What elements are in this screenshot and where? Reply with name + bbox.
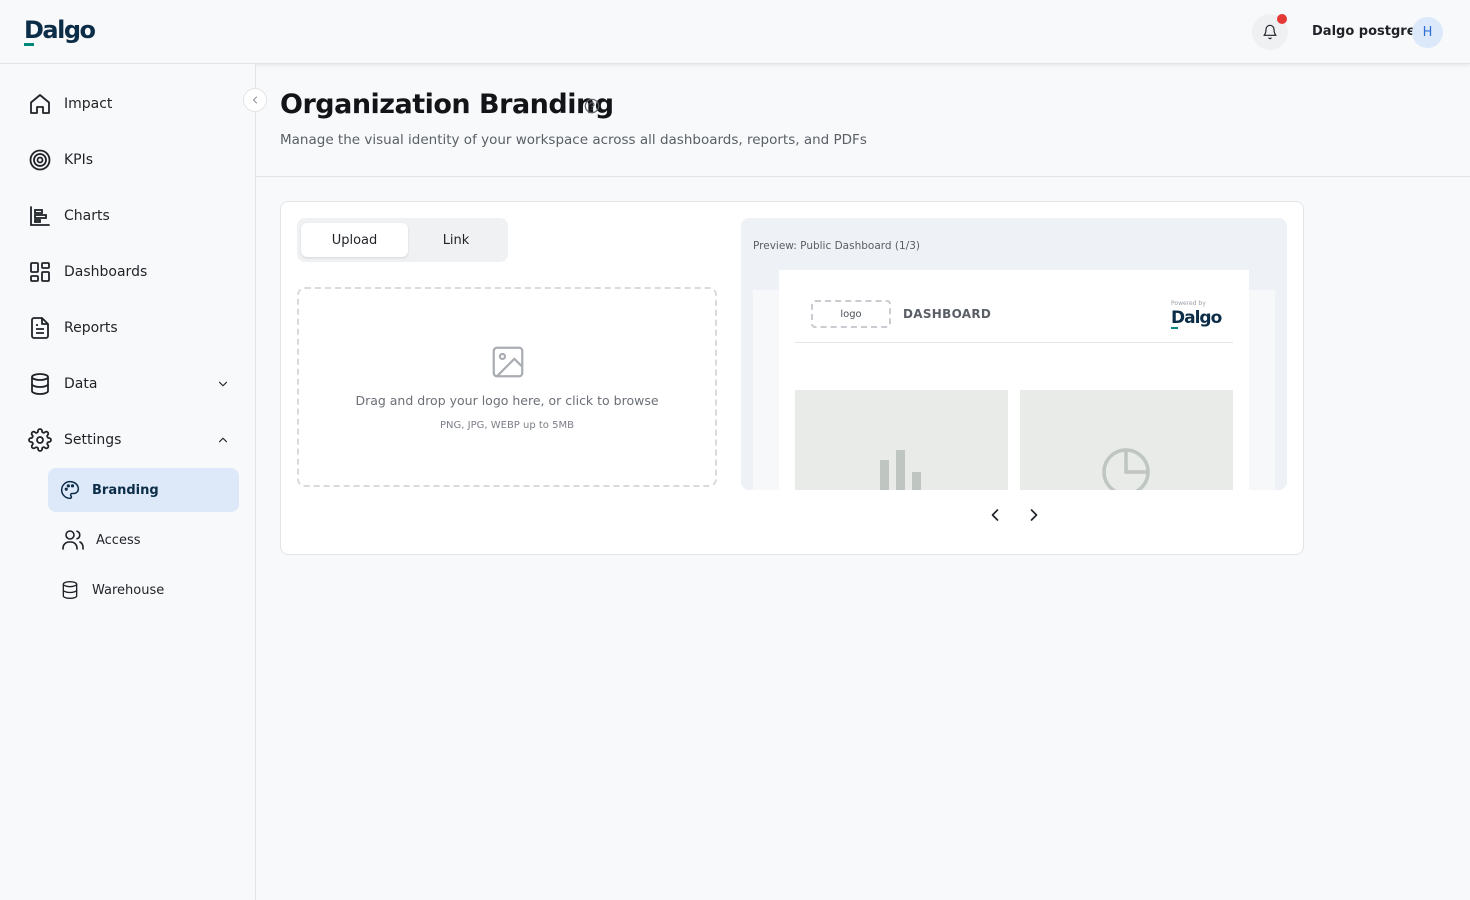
page-subtitle: Manage the visual identity of your works… [280,132,867,148]
bar-chart-icon [880,450,921,490]
chevron-down-icon[interactable] [216,377,230,391]
sidebar-item-branding[interactable]: Branding [48,468,239,512]
sidebar-item-label: Settings [64,432,122,448]
avatar[interactable]: H [1412,17,1443,48]
logo-dropzone[interactable]: Drag and drop your logo here, or click t… [297,287,717,487]
sidebar-item-reports[interactable]: Reports [28,314,118,342]
sidebar-item-label: Warehouse [92,582,165,598]
notification-dot [1277,14,1287,24]
target-icon [29,149,51,171]
chevron-right-icon[interactable] [1024,505,1044,525]
sidebar-item-dashboards[interactable]: Dashboards [28,258,147,286]
sidebar-item-access[interactable]: Access [48,518,239,562]
brand-text: Dalgo [24,16,96,44]
preview-chart-tile [1020,390,1233,490]
image-icon [492,346,524,378]
grid-icon [30,262,50,282]
sidebar-item-label: Data [64,376,98,392]
home-icon [30,94,50,114]
tab-link[interactable]: Link [408,223,504,257]
sidebar-item-charts[interactable]: Charts [28,202,110,230]
database-icon [62,581,78,600]
sidebar-item-label: KPIs [64,152,94,168]
sidebar-item-label: Dashboards [64,264,148,280]
sidebar-item-label: Reports [64,320,118,336]
powered-by-label: Powered by [1171,300,1206,307]
document-icon [31,317,49,339]
collapse-sidebar-button[interactable] [243,88,267,112]
help-icon[interactable] [584,98,600,114]
bell-icon [1263,24,1277,40]
preview-dashboard-mock: logo DASHBOARD Powered by Dalgo [779,270,1249,490]
sidebar-item-label: Access [96,532,141,548]
sidebar-item-settings[interactable]: Settings [28,426,232,454]
dropzone-text: Drag and drop your logo here, or click t… [355,393,659,408]
page-title: Organization Branding [280,89,614,120]
preview-dashboard-title: DASHBOARD [903,307,992,321]
header-divider [256,176,1470,177]
dalgo-logo[interactable]: Dalgo [24,16,96,46]
top-bar: Dalgo Dalgo postgres H [0,0,1470,64]
dropzone-hint: PNG, JPG, WEBP up to 5MB [440,420,574,431]
sidebar-item-impact[interactable]: Impact [28,90,112,118]
sidebar-item-label: Impact [64,96,113,112]
sidebar-item-data[interactable]: Data [28,370,232,398]
pie-chart-icon [1102,448,1150,490]
logo-placeholder: logo [811,300,891,328]
bar-chart-icon [30,206,50,226]
chevron-up-icon[interactable] [216,433,230,447]
powered-by-brand: Dalgo [1171,308,1222,328]
powered-by-brand-underline [1171,327,1178,329]
sidebar-item-label: Branding [92,482,159,498]
notifications-button[interactable] [1252,14,1288,50]
preview-label: Preview: Public Dashboard (1/3) [753,240,920,252]
dashboard-preview: Preview: Public Dashboard (1/3) logo DAS… [741,218,1287,490]
sidebar-item-warehouse[interactable]: Warehouse [48,568,239,612]
palette-icon [61,480,80,500]
preview-chart-tile [795,390,1008,490]
upload-mode-tabs: Upload Link [297,218,508,262]
brand-underline [24,43,34,46]
chevron-left-icon [253,96,257,104]
branding-card: Upload Link Drag and drop your logo here… [280,201,1304,555]
username[interactable]: Dalgo postgres [1312,24,1423,39]
tab-upload[interactable]: Upload [301,223,408,257]
sidebar-item-label: Charts [64,208,110,224]
sidebar-item-kpis[interactable]: KPIs [28,146,93,174]
preview-header-rule [795,342,1233,343]
database-icon [31,373,49,395]
users-icon [62,530,84,550]
chevron-left-icon[interactable] [985,505,1005,525]
gear-icon [28,428,52,452]
